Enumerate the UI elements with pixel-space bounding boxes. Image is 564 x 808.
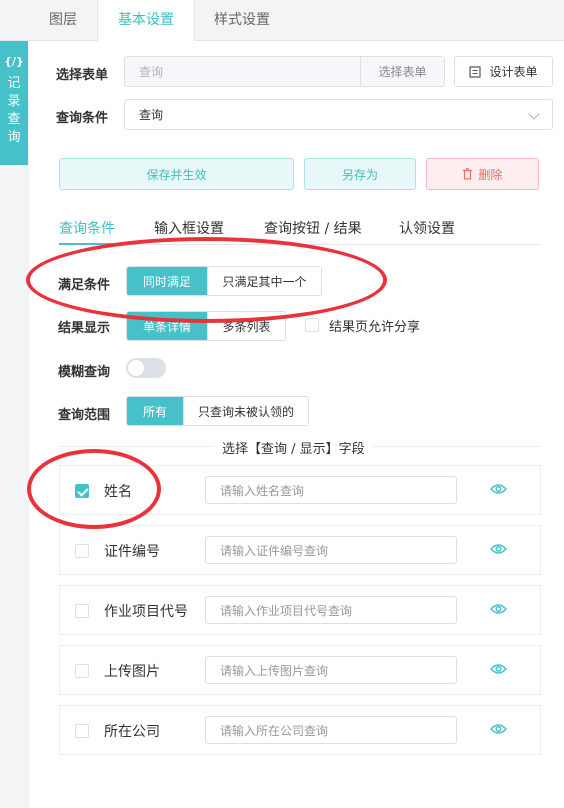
select-form-addon-label: 选择表单 <box>378 65 427 79</box>
eye-icon[interactable] <box>490 543 507 555</box>
field-row: 作业项目代号 请输入作业项目代号查询 <box>59 585 541 635</box>
side-tab-char: 记 <box>7 76 21 91</box>
select-form-input[interactable]: 查询 选择表单 <box>124 56 445 87</box>
option-scope-all[interactable]: 所有 <box>127 397 183 425</box>
settings-panel: 选择表单 查询 选择表单 设计表单 查询条件 查询 保存并生效 另存为 删除 查… <box>29 41 564 808</box>
delete-button[interactable]: 删除 <box>426 158 539 190</box>
eye-icon[interactable] <box>490 723 507 735</box>
save-as-button[interactable]: 另存为 <box>304 158 416 190</box>
allow-share-label: 结果页允许分享 <box>329 320 421 335</box>
select-form-addon[interactable]: 选择表单 <box>360 57 444 86</box>
top-tab-bar: 图层 基本设置 样式设置 <box>0 0 564 42</box>
field-row: 证件编号 请输入证件编号查询 <box>59 525 541 575</box>
query-condition-select[interactable]: 查询 <box>124 99 553 130</box>
field-checkbox[interactable] <box>75 544 89 558</box>
query-condition-value: 查询 <box>139 108 164 122</box>
fuzzy-query-switch[interactable] <box>126 358 166 378</box>
field-query-input[interactable]: 请输入姓名查询 <box>205 476 457 504</box>
code-icon: {/} <box>4 55 24 68</box>
field-name: 证件编号 <box>104 544 160 560</box>
annotation-ellipse-satisfy <box>26 237 387 323</box>
result-display-label: 结果显示 <box>58 321 111 336</box>
field-checkbox[interactable] <box>75 604 89 618</box>
tab-basic-settings[interactable]: 基本设置 <box>97 0 195 42</box>
field-query-input[interactable]: 请输入证件编号查询 <box>205 536 457 564</box>
field-checkbox[interactable] <box>75 664 89 678</box>
eye-icon[interactable] <box>490 483 507 495</box>
tab-query-condition[interactable]: 查询条件 <box>59 218 115 238</box>
allow-share-checkbox[interactable] <box>305 318 319 332</box>
side-tab-record-query[interactable]: {/} 记 录 查 询 <box>0 41 28 165</box>
select-form-label: 选择表单 <box>56 68 109 83</box>
field-name: 上传图片 <box>104 664 160 680</box>
field-name: 所在公司 <box>104 724 160 740</box>
side-tab-char: 询 <box>7 130 21 145</box>
side-tab-char: 查 <box>7 112 21 127</box>
fuzzy-query-label: 模糊查询 <box>58 365 111 380</box>
trash-icon <box>463 168 473 180</box>
eye-icon[interactable] <box>490 663 507 675</box>
save-as-label: 另存为 <box>341 167 378 182</box>
field-checkbox[interactable] <box>75 724 89 738</box>
field-row: 所在公司 请输入所在公司查询 <box>59 705 541 755</box>
field-name: 作业项目代号 <box>104 604 188 620</box>
tab-input-settings[interactable]: 输入框设置 <box>154 218 224 238</box>
delete-label: 删除 <box>478 167 503 182</box>
query-condition-label: 查询条件 <box>56 111 109 126</box>
select-form-placeholder: 查询 <box>139 65 164 79</box>
field-query-input[interactable]: 请输入上传图片查询 <box>205 656 457 684</box>
option-scope-unclaimed[interactable]: 只查询未被认领的 <box>183 397 308 425</box>
field-query-input[interactable]: 请输入作业项目代号查询 <box>205 596 457 624</box>
field-row: 上传图片 请输入上传图片查询 <box>59 645 541 695</box>
tab-claim-settings[interactable]: 认领设置 <box>399 218 455 238</box>
annotation-ellipse-name-field <box>27 449 161 529</box>
field-query-input[interactable]: 请输入所在公司查询 <box>205 716 457 744</box>
chevron-down-icon <box>528 108 540 120</box>
save-and-apply-button[interactable]: 保存并生效 <box>59 158 294 190</box>
fields-section-title: 选择【查询 / 显示】字段 <box>214 438 373 457</box>
tab-layers[interactable]: 图层 <box>28 0 98 41</box>
tab-query-button-result[interactable]: 查询按钮 / 结果 <box>264 218 362 238</box>
design-form-label: 设计表单 <box>489 65 538 79</box>
form-icon <box>469 65 482 78</box>
design-form-button[interactable]: 设计表单 <box>454 56 553 87</box>
query-scope-toggle: 所有 只查询未被认领的 <box>126 396 309 426</box>
side-tab-char: 录 <box>7 94 21 109</box>
eye-icon[interactable] <box>490 603 507 615</box>
query-scope-label: 查询范围 <box>58 408 111 423</box>
tab-style-settings[interactable]: 样式设置 <box>195 0 289 41</box>
save-and-apply-label: 保存并生效 <box>146 167 207 182</box>
